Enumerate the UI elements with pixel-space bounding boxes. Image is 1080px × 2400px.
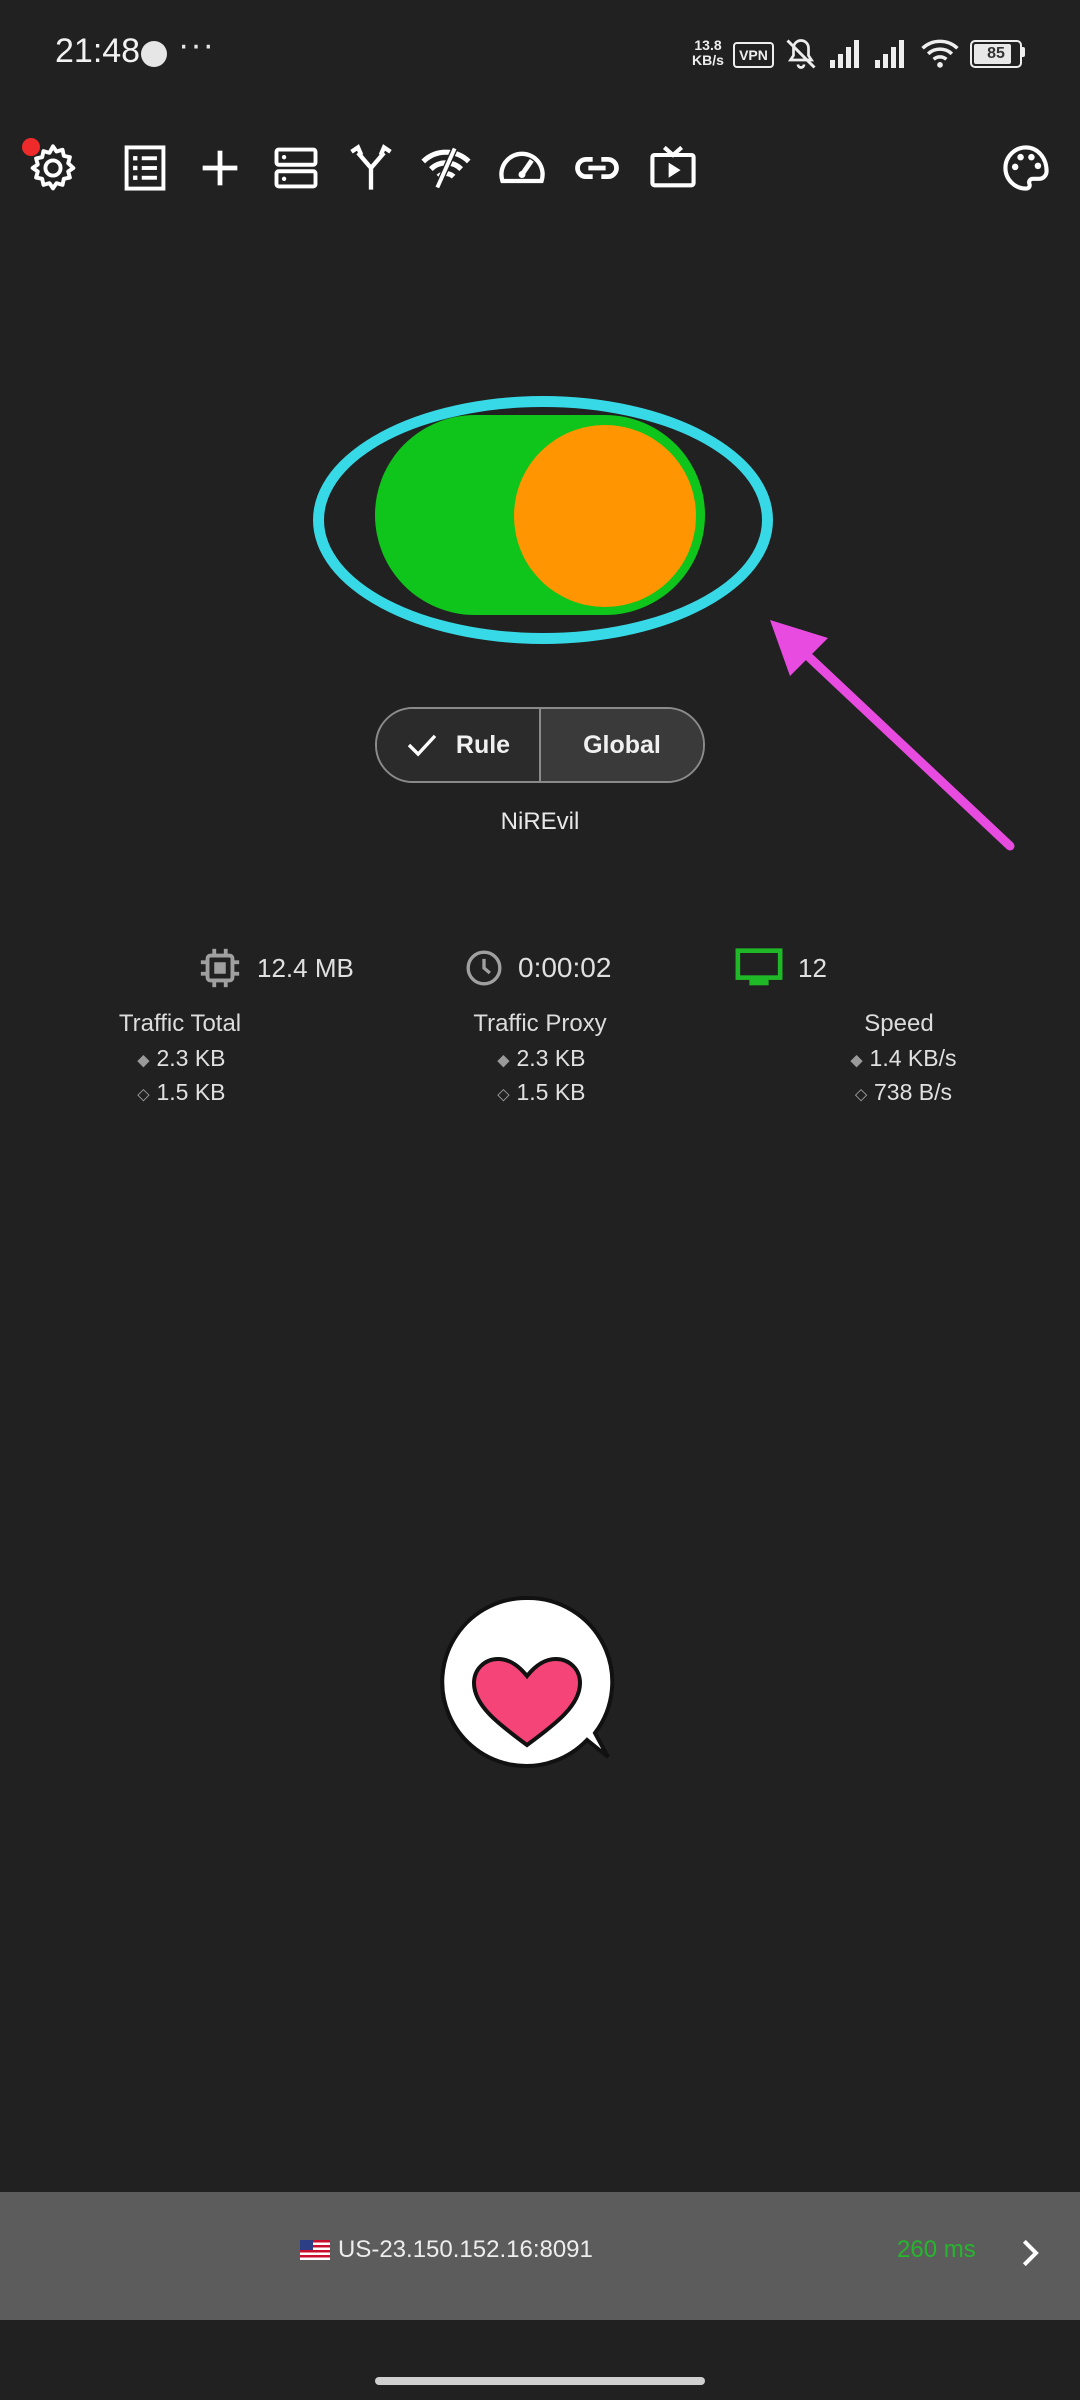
mode-global-label: Global [583, 730, 661, 759]
speed-down: ⬦ 738 B/s [782, 1079, 1022, 1106]
status-more: ··· [178, 26, 215, 64]
net-speed-value: 13.8 [694, 37, 722, 53]
net-speed: 13.8 KB/s [688, 38, 728, 68]
traffic-total-down: ⬦ 1.5 KB [60, 1079, 300, 1106]
mute-bell-icon [786, 39, 816, 69]
traffic-total-title: Traffic Total [118, 1010, 242, 1037]
link-button[interactable] [564, 135, 630, 201]
monitor-icon [735, 948, 783, 986]
traffic-proxy-up-value: 2.3 KB [516, 1045, 586, 1071]
signal-icon [830, 40, 859, 68]
chevron-right-icon [1022, 2239, 1039, 2267]
battery-icon: 85 [970, 40, 1022, 68]
memory-value: 12.4 MB [257, 952, 354, 983]
speedtest-button[interactable] [489, 135, 555, 201]
battery-level: 85 [987, 45, 1005, 62]
vpn-badge: VPN [733, 42, 774, 68]
server-latency: 260 ms [897, 2236, 976, 2263]
routing-icon [350, 144, 392, 190]
notification-dot-icon [141, 41, 167, 67]
check-icon [407, 734, 437, 757]
app-screen: 21:48 ··· 13.8 KB/s VPN 85 Rule Global N… [0, 0, 1080, 2400]
download-icon: ⬦ [137, 1084, 150, 1104]
mode-toggle: Rule Global [375, 707, 705, 783]
upload-icon: ⬥ [497, 1050, 510, 1070]
wifi-icon [921, 39, 959, 68]
traffic-total-down-value: 1.5 KB [156, 1079, 226, 1105]
speed-down-value: 738 B/s [874, 1079, 952, 1105]
server-selector[interactable]: US-23.150.152.16:8091 260 ms [0, 2192, 1080, 2320]
servers-icon [274, 147, 318, 189]
speed-title: Speed [864, 1010, 934, 1037]
server-address: US-23.150.152.16:8091 [338, 2236, 593, 2263]
traffic-total-up-value: 2.3 KB [156, 1045, 226, 1071]
add-icon [202, 150, 238, 186]
wifi-off-button[interactable] [413, 135, 479, 201]
speed-up-value: 1.4 KB/s [869, 1045, 957, 1071]
link-icon [575, 156, 619, 180]
chip-icon [200, 948, 240, 988]
connections-value: 12 [798, 952, 827, 983]
battery-tip [1021, 47, 1025, 57]
palette-icon [1003, 145, 1049, 191]
clock-icon [466, 950, 502, 986]
us-flag-icon [300, 2240, 330, 2260]
traffic-proxy-down-value: 1.5 KB [516, 1079, 586, 1105]
uptime-value: 0:00:02 [518, 952, 612, 983]
list-icon [124, 145, 166, 191]
upload-icon: ⬥ [850, 1050, 863, 1070]
servers-button[interactable] [263, 135, 329, 201]
traffic-proxy-up: ⬥ 2.3 KB [420, 1045, 660, 1072]
speedometer-icon [499, 151, 545, 184]
status-time: 21:48 [55, 32, 141, 70]
theme-button[interactable] [993, 135, 1059, 201]
annotation-highlight-ring [313, 396, 773, 644]
uptime-stat: 0:00:02 [464, 948, 611, 988]
connections-stat: 12 [734, 948, 827, 988]
mode-global-button[interactable]: Global [541, 709, 703, 781]
settings-badge [22, 138, 40, 156]
profile-name: NiREvil [500, 808, 580, 835]
tv-button[interactable] [640, 135, 706, 201]
add-button[interactable] [187, 135, 253, 201]
speed-up: ⬥ 1.4 KB/s [782, 1045, 1022, 1072]
home-indicator[interactable] [375, 2377, 705, 2385]
logs-button[interactable] [112, 135, 178, 201]
traffic-total-up: ⬥ 2.3 KB [60, 1045, 300, 1072]
traffic-proxy-down: ⬦ 1.5 KB [420, 1079, 660, 1106]
mode-rule-button[interactable]: Rule [377, 709, 541, 781]
download-icon: ⬦ [854, 1084, 868, 1104]
routing-button[interactable] [338, 135, 404, 201]
status-bar: 21:48 ··· 13.8 KB/s VPN 85 [0, 0, 1080, 110]
net-speed-unit: KB/s [692, 52, 724, 68]
signal-icon-2 [875, 40, 904, 68]
memory-stat: 12.4 MB [197, 948, 354, 988]
mode-rule-label: Rule [455, 730, 511, 759]
tv-play-icon [650, 145, 696, 188]
upload-icon: ⬥ [137, 1050, 150, 1070]
heart-bubble-button[interactable] [437, 1595, 627, 1775]
download-icon: ⬦ [497, 1084, 510, 1104]
traffic-proxy-title: Traffic Proxy [473, 1010, 607, 1037]
wifi-off-icon [421, 147, 471, 189]
